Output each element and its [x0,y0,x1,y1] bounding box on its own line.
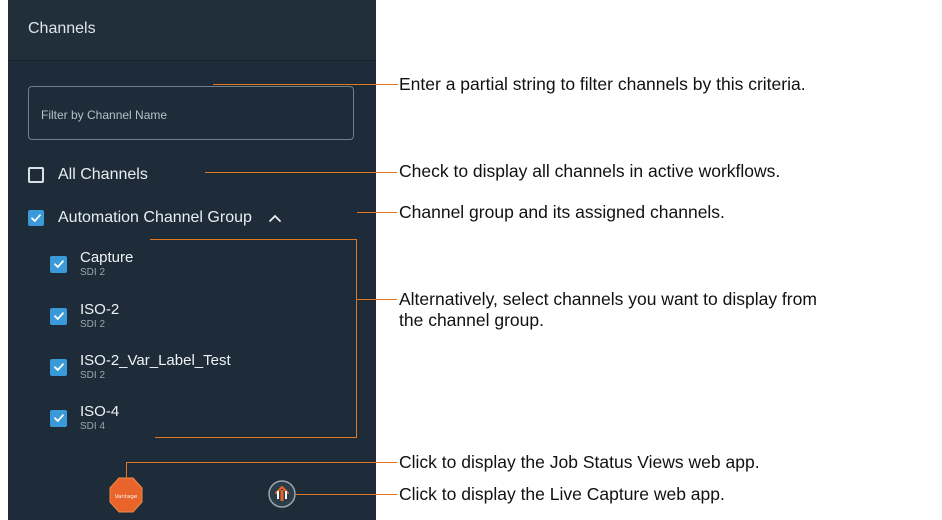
chevron-up-icon[interactable] [268,213,282,223]
channel-name: ISO-4 [80,403,120,420]
callout-channels-line2: the channel group. [399,310,544,330]
channel-source: SDI 2 [80,319,106,330]
callout-live-capture: Click to display the Live Capture web ap… [399,484,725,504]
channel-item-iso-2-var-label-test[interactable]: ISO-2_Var_Label_Test SDI 2 [50,353,231,381]
group-label: Automation Channel Group [58,209,252,226]
check-icon [31,214,41,222]
channel-name: ISO-2_Var_Label_Test [80,352,231,369]
callout-group: Channel group and its assigned channels. [399,202,725,222]
callout-line-filter [213,84,398,85]
all-channels-row[interactable]: All Channels [28,166,148,184]
vantage-label: Vantage [115,494,138,500]
channel-group-row[interactable]: Automation Channel Group [28,209,282,227]
channels-panel: Channels Filter by Channel Name All Chan… [8,0,376,520]
callout-bracket-top [150,239,356,240]
callout-all-channels: Check to display all channels in active … [399,161,781,181]
check-icon [53,363,64,371]
filter-placeholder: Filter by Channel Name [41,108,168,122]
callout-line-channels [357,299,397,300]
filter-input[interactable]: Filter by Channel Name [28,86,354,140]
channel-checkbox[interactable] [50,409,67,427]
callout-channels-line1: Alternatively, select channels you want … [399,289,817,309]
live-capture-icon[interactable] [267,479,297,509]
callout-line-group [357,212,397,213]
panel-header: Channels [8,0,376,61]
channel-checkbox[interactable] [50,307,67,325]
channel-name: Capture [80,249,134,266]
check-icon [53,414,64,422]
callout-line-vantage-v [126,462,127,478]
all-channels-checkbox[interactable] [28,167,44,183]
vantage-icon[interactable]: Vantage [108,476,144,514]
callout-bracket-bottom [155,437,357,438]
callout-bracket-right [356,239,357,437]
callout-vantage: Click to display the Job Status Views we… [399,452,760,472]
callout-line-all-channels [205,172,397,173]
channel-item-iso-2[interactable]: ISO-2 SDI 2 [50,302,119,330]
callout-line-vantage-h [126,462,397,463]
check-icon [53,260,64,268]
channel-source: SDI 4 [80,421,106,432]
channel-source: SDI 2 [80,267,106,278]
channel-item-iso-4[interactable]: ISO-4 SDI 4 [50,404,119,432]
channel-name: ISO-2 [80,301,120,318]
panel-title: Channels [28,20,96,37]
callout-filter: Enter a partial string to filter channel… [399,74,806,94]
all-channels-label: All Channels [58,166,148,183]
channel-checkbox[interactable] [50,358,67,376]
channel-checkbox[interactable] [50,255,67,273]
channel-source: SDI 2 [80,370,106,381]
check-icon [53,312,64,320]
group-checkbox[interactable] [28,210,44,226]
callout-line-live-capture [296,494,397,495]
channel-item-capture[interactable]: Capture SDI 2 [50,250,133,278]
